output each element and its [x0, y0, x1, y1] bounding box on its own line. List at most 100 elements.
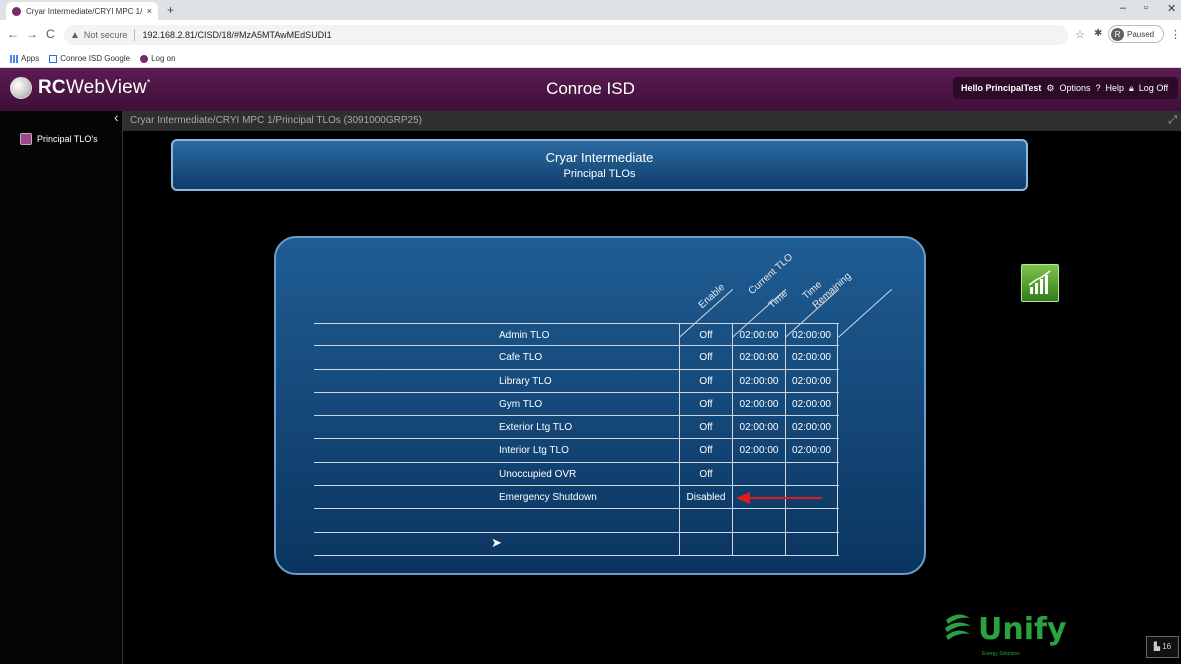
- reload-icon[interactable]: C: [46, 27, 55, 41]
- table-row: Cafe TLO Off 02:00:00 02:00:00: [314, 346, 839, 370]
- tlo-name: Cafe TLO: [499, 352, 543, 364]
- bookmark-star-icon[interactable]: ☆: [1075, 28, 1085, 41]
- table-row: [314, 509, 839, 533]
- column-header-current-line2: Time: [766, 288, 791, 311]
- table-row: Library TLO Off 02:00:00 02:00:00: [314, 369, 839, 393]
- enable-toggle[interactable]: Disabled: [679, 486, 732, 509]
- rcwebview-icon: [140, 54, 149, 63]
- gear-icon[interactable]: ⚙: [1046, 83, 1054, 94]
- bookmark-log-on[interactable]: Log on: [140, 54, 176, 63]
- tlo-panel: Enable Current TLO Time Time Remaining A…: [274, 236, 926, 575]
- minimize-icon[interactable]: –: [1120, 2, 1126, 14]
- bookmark-conroe-google[interactable]: Conroe ISD Google: [49, 54, 130, 63]
- apps-grid-icon: [10, 54, 18, 63]
- tlo-name: Admin TLO: [499, 330, 550, 341]
- help-link[interactable]: Help: [1105, 83, 1124, 93]
- schedule-icon: [20, 133, 32, 145]
- bookmark-label: Log on: [151, 54, 176, 63]
- collapse-sidebar-icon[interactable]: ‹: [114, 109, 119, 125]
- security-label: Not secure: [83, 30, 128, 40]
- table-row: Interior Ltg TLO Off 02:00:00 02:00:00: [314, 439, 839, 463]
- red-arrow-annotation: [736, 492, 822, 504]
- unify-swirl-icon: [945, 614, 971, 640]
- current-time[interactable]: 02:00:00: [732, 324, 785, 346]
- current-time[interactable]: 02:00:00: [732, 369, 785, 392]
- warning-icon: ▲: [70, 29, 80, 41]
- log-off-link[interactable]: Log Off: [1139, 83, 1168, 93]
- network-icon: ▙: [1153, 642, 1160, 651]
- current-time[interactable]: 02:00:00: [732, 416, 785, 439]
- page-banner: Cryar Intermediate Principal TLOs: [171, 139, 1028, 191]
- browser-tab[interactable]: Cryar Intermediate/CRYI MPC 1/... ×: [6, 2, 158, 20]
- sidebar-item-principal-tlos[interactable]: Principal TLO's: [20, 133, 98, 145]
- divider: [134, 29, 136, 41]
- browser-menu-icon[interactable]: ⋮: [1170, 28, 1181, 41]
- extensions-icon[interactable]: ✱: [1094, 28, 1102, 39]
- enable-toggle[interactable]: Off: [679, 324, 732, 346]
- bookmark-label: Apps: [21, 54, 40, 63]
- browser-tabstrip: Cryar Intermediate/CRYI MPC 1/... × + – …: [0, 0, 1181, 20]
- enable-toggle[interactable]: Off: [679, 416, 732, 439]
- new-tab-button[interactable]: +: [167, 3, 174, 17]
- app-header: RCWebView* Conroe ISD Hello PrincipalTes…: [0, 68, 1181, 111]
- table-row: Gym TLO Off 02:00:00 02:00:00: [314, 392, 839, 417]
- options-link[interactable]: Options: [1059, 83, 1090, 93]
- profile-button[interactable]: R Paused: [1108, 25, 1164, 43]
- forward-icon[interactable]: →: [26, 27, 38, 41]
- close-window-icon[interactable]: ✕: [1167, 2, 1176, 15]
- help-icon[interactable]: ?: [1095, 83, 1100, 93]
- current-time[interactable]: 02:00:00: [732, 439, 785, 462]
- tab-title: Cryar Intermediate/CRYI MPC 1/...: [26, 6, 142, 16]
- lock-icon[interactable]: 🔒︎: [1129, 83, 1134, 94]
- network-badge[interactable]: ▙ 16: [1146, 636, 1179, 658]
- enable-toggle: [679, 509, 732, 532]
- unify-tagline: Energy Solutions: [982, 651, 1020, 657]
- current-time: [732, 532, 785, 555]
- breadcrumb[interactable]: Cryar Intermediate/CRYI MPC 1/Principal …: [130, 115, 422, 126]
- current-time: [732, 509, 785, 532]
- enable-toggle: [679, 532, 732, 555]
- mouse-cursor-icon: ➤: [491, 535, 502, 550]
- time-remaining: 02:00:00: [785, 346, 838, 369]
- time-remaining: 02:00:00: [785, 416, 838, 439]
- enable-toggle[interactable]: Off: [679, 439, 732, 462]
- current-time[interactable]: 02:00:00: [732, 392, 785, 416]
- enable-toggle[interactable]: Off: [679, 392, 732, 416]
- page-subtitle: Principal TLOs: [563, 168, 636, 180]
- calendar-icon: [49, 54, 58, 63]
- back-icon[interactable]: ←: [7, 27, 19, 41]
- table-row: Exterior Ltg TLO Off 02:00:00 02:00:00: [314, 416, 839, 440]
- table-row: Unoccupied OVR Off: [314, 462, 839, 487]
- bookmarks-bar: Apps Conroe ISD Google Log on: [0, 50, 1181, 68]
- current-time: [732, 462, 785, 486]
- fullscreen-icon[interactable]: ⤢: [1168, 114, 1177, 127]
- tab-close-icon[interactable]: ×: [147, 6, 152, 16]
- time-remaining: [785, 462, 838, 486]
- user-greeting: Hello PrincipalTest: [961, 83, 1042, 93]
- tlo-table: Admin TLO Off 02:00:00 02:00:00 Cafe TLO…: [314, 323, 839, 556]
- enable-toggle[interactable]: Off: [679, 346, 732, 369]
- unify-logo: Unify Energy Solutions: [942, 610, 1067, 657]
- unify-wordmark: Unify: [978, 611, 1067, 647]
- address-bar[interactable]: ▲ Not secure 192.168.2.81/CISD/18/#MzA5M…: [64, 25, 1068, 45]
- tlo-name: Exterior Ltg TLO: [499, 422, 573, 434]
- url-text[interactable]: 192.168.2.81/CISD/18/#MzA5MTAwMEdSUDI1: [142, 30, 331, 40]
- browser-toolbar: ← → C ▲ Not secure 192.168.2.81/CISD/18/…: [0, 20, 1181, 50]
- current-time[interactable]: 02:00:00: [732, 346, 785, 369]
- enable-toggle[interactable]: Off: [679, 369, 732, 392]
- restore-icon[interactable]: ▫: [1144, 2, 1148, 14]
- enable-toggle[interactable]: Off: [679, 462, 732, 486]
- time-remaining: 02:00:00: [785, 369, 838, 392]
- page-title: Cryar Intermediate: [545, 150, 654, 165]
- sidebar: Principal TLO's: [0, 111, 123, 664]
- table-row: [314, 532, 839, 556]
- tlo-name: Unoccupied OVR: [499, 468, 577, 480]
- user-menu: Hello PrincipalTest ⚙ Options ? Help 🔒︎ …: [953, 77, 1178, 99]
- sidebar-item-label: Principal TLO's: [37, 134, 98, 144]
- time-remaining: 02:00:00: [785, 392, 838, 416]
- network-count: 16: [1162, 642, 1172, 651]
- time-remaining: 02:00:00: [785, 324, 838, 346]
- trend-chart-button[interactable]: [1021, 264, 1059, 302]
- bookmark-apps[interactable]: Apps: [10, 54, 39, 63]
- tlo-name: Interior Ltg TLO: [499, 445, 569, 457]
